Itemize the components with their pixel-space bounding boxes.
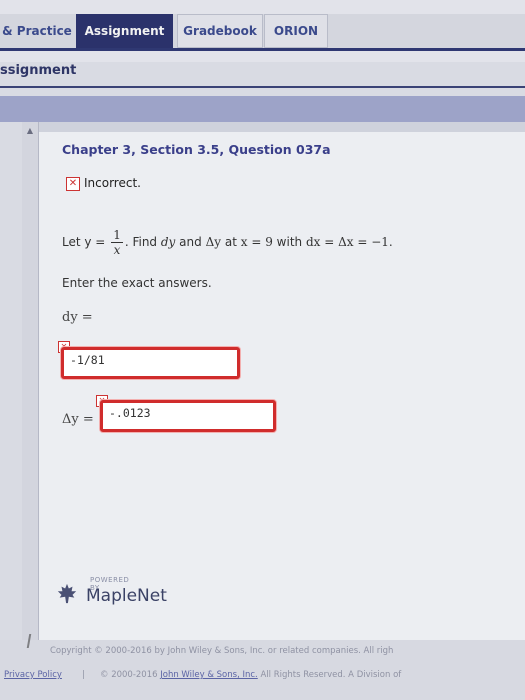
dy-answer-field[interactable]: -1/81 [61,347,240,379]
problem-prefix: Let y = [62,235,106,249]
delta-y-answer-value: -.0123 [109,406,151,420]
tab-gradebook[interactable]: Gradebook [177,14,263,48]
maple-leaf-icon [57,583,77,604]
scrollbar[interactable] [22,122,39,700]
tab-assignment[interactable]: Assignment [76,14,173,48]
status-text: Incorrect. [84,176,141,190]
at-text: at [224,235,237,249]
tab-strip: & Practice Assignment Gradebook ORION [0,14,525,51]
maplenet-name: MapleNet [86,586,167,606]
with-text: with [276,235,303,249]
footer-links: Privacy Policy | © 2000-2016 John Wiley … [0,668,525,688]
rights-suffix: All Rights Reserved. A Division of [260,670,402,680]
and-text: and [179,235,202,249]
fraction-numerator: 1 [111,228,123,243]
increment: dx = Δx = −1. [305,235,393,249]
fraction-denominator: x [113,243,121,257]
instructions: Enter the exact answers. [62,276,212,290]
wiley-link[interactable]: John Wiley & Sons, Inc. [160,670,258,680]
header-band [0,96,525,122]
title-divider [0,86,525,88]
panel-top-bar [39,122,525,132]
x-mark-icon: ✕ [66,176,80,191]
problem-statement: Let y = 1 x . Find dy and Δy at x = 9 wi… [62,228,393,257]
dy-symbol: dy [160,235,176,249]
problem-mid: . Find [124,235,158,249]
copyright-text: Copyright © 2000-2016 by John Wiley & So… [50,646,394,656]
delta-y-answer-field[interactable]: -.0123 [100,400,276,432]
delta-y-label: Δy = [62,412,94,427]
tab-practice[interactable]: & Practice [0,14,74,48]
status-message: ✕ Incorrect. [66,176,141,191]
page-title: ssignment [0,63,77,78]
scroll-up-arrow-icon[interactable]: ▲ [25,126,35,136]
question-title: Chapter 3, Section 3.5, Question 037a [62,142,331,157]
delta-y-symbol: Δy [205,235,222,249]
rights-prefix: © 2000-2016 [100,670,158,680]
condition: x = 9 [240,235,273,249]
tab-orion[interactable]: ORION [264,14,328,48]
mouse-cursor-icon [26,634,42,648]
fraction: 1 x [111,228,123,257]
privacy-policy-link[interactable]: Privacy Policy [4,670,62,680]
dy-label: dy = [62,310,93,325]
footer-separator: | [82,670,85,680]
dy-answer-value: -1/81 [70,353,105,367]
rights-text: © 2000-2016 John Wiley & Sons, Inc. All … [100,670,401,680]
